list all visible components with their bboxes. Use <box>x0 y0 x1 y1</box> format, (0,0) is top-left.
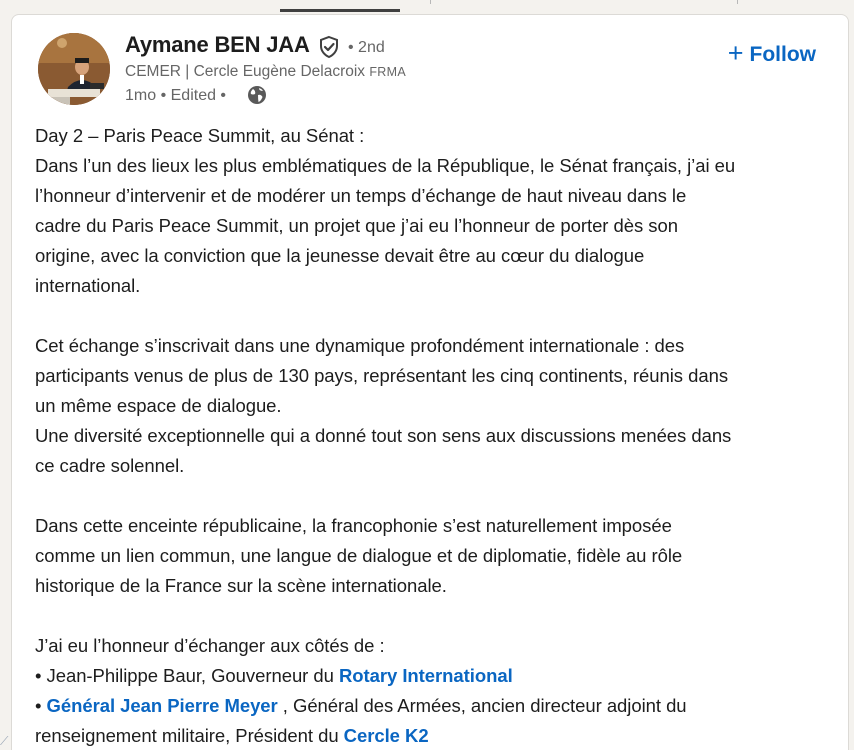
bullet-line: • Jean-Philippe Baur, Gouverneur du Rota… <box>35 661 835 691</box>
connection-degree: • 2nd <box>348 39 385 56</box>
verified-shield-icon <box>320 35 338 59</box>
tab-strip <box>0 0 854 14</box>
body-line: Une diversité exceptionnelle qui a donné… <box>35 425 732 446</box>
bullet-text: • Jean-Philippe Baur, Gouverneur du <box>35 665 339 686</box>
feed-page: Aymane BEN JAA • 2nd CEMER | Cercle Eugè… <box>0 0 854 750</box>
plus-icon: + <box>727 38 744 68</box>
body-line: international. <box>35 275 141 296</box>
author-name[interactable]: Aymane BEN JAA <box>125 32 310 58</box>
globe-icon <box>248 86 266 104</box>
bullet-text: renseignement militaire, Président du <box>35 725 344 746</box>
body-line: l’honneur d’intervenir et de modérer un … <box>35 185 687 206</box>
post-meta: 1mo • Edited • <box>125 87 227 104</box>
post-card: Aymane BEN JAA • 2nd CEMER | Cercle Eugè… <box>11 14 849 750</box>
follow-label: Follow <box>749 43 817 66</box>
headline-text: CEMER | Cercle Eugène Delacroix <box>125 63 366 80</box>
body-line: un même espace de dialogue. <box>35 395 282 416</box>
bullet-line: • Général Jean Pierre Meyer , Général de… <box>35 691 835 721</box>
active-tab-indicator[interactable] <box>280 9 400 12</box>
post-body: Day 2 – Paris Peace Summit, au Sénat : D… <box>35 121 835 750</box>
follow-button[interactable]: + Follow <box>722 39 822 71</box>
body-line: J’ai eu l’honneur d’échanger aux côtés d… <box>35 635 385 656</box>
body-line: Day 2 – Paris Peace Summit, au Sénat : <box>35 125 365 146</box>
bullet-text: , Général des Armées, ancien directeur a… <box>277 695 687 716</box>
bullet-text: • <box>35 695 47 716</box>
body-line: ce cadre solennel. <box>35 455 185 476</box>
bullet-line: renseignement militaire, Président du Ce… <box>35 721 835 750</box>
tab-glyph-right <box>737 0 744 4</box>
rotary-international-link[interactable]: Rotary International <box>339 665 513 686</box>
body-line: Cet échange s’inscrivait dans une dynami… <box>35 335 685 356</box>
general-meyer-link[interactable]: Général Jean Pierre Meyer <box>47 695 278 716</box>
body-line: cadre du Paris Peace Summit, un projet q… <box>35 215 678 236</box>
tab-glyph-left <box>430 0 437 4</box>
body-line: participants venus de plus de 130 pays, … <box>35 365 729 386</box>
body-line: Dans l’un des lieux les plus emblématiqu… <box>35 155 736 176</box>
scroll-edge-marker: ⟋ <box>0 734 9 748</box>
author-headline: CEMER | Cercle Eugène Delacroix FRMA <box>125 63 406 81</box>
body-line: comme un lien commun, une langue de dial… <box>35 545 683 566</box>
body-line: origine, avec la conviction que la jeune… <box>35 245 645 266</box>
author-avatar[interactable] <box>38 33 110 105</box>
body-line: historique de la France sur la scène int… <box>35 575 447 596</box>
body-line: Dans cette enceinte républicaine, la fra… <box>35 515 672 536</box>
cercle-k2-link[interactable]: Cercle K2 <box>344 725 429 746</box>
avatar-photo <box>38 33 110 105</box>
headline-suffix: FRMA <box>369 65 406 79</box>
